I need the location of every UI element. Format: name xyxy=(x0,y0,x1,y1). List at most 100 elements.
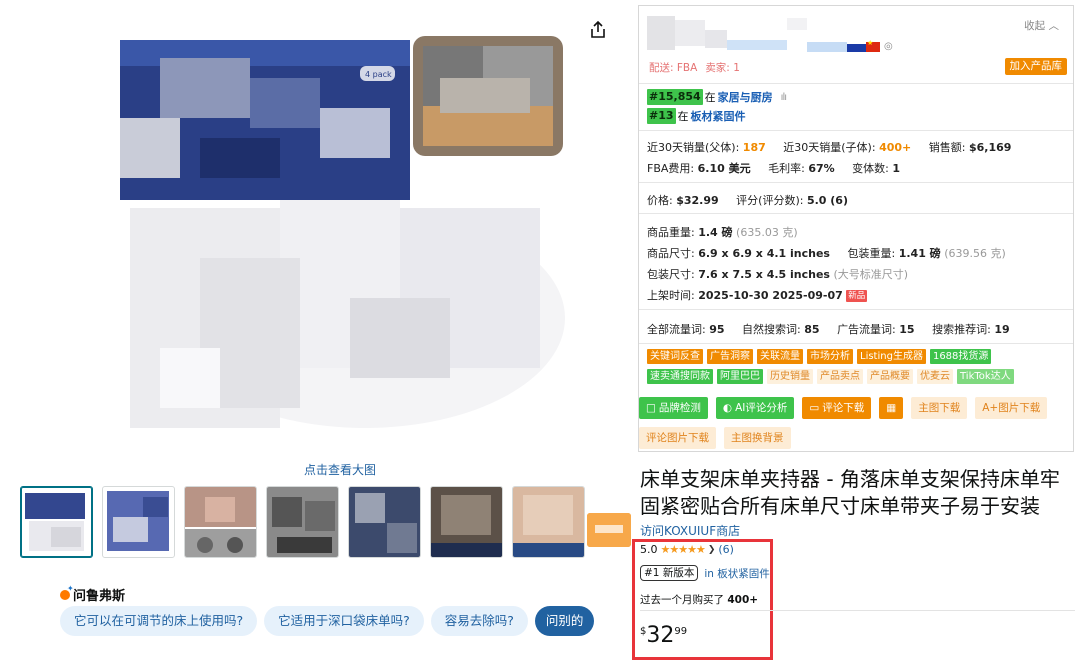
tag-product-summary[interactable]: 产品概要 xyxy=(867,369,913,384)
tool-tags-row-1: 关键词反查 广告洞察 关联流量 市场分析 Listing生成器 1688找货源 xyxy=(647,349,992,364)
ai-review-analysis-button[interactable]: ◐ AI评论分析 xyxy=(715,397,795,419)
size-label: 商品尺寸: xyxy=(647,247,695,260)
kw-organic-value: 85 xyxy=(804,323,820,336)
size-row: 商品尺寸: 6.9 x 6.9 x 4.1 inches 包装重量: 1.41 … xyxy=(647,245,1006,261)
aplus-image-download-button[interactable]: A+图片下载 xyxy=(975,397,1048,419)
best-seller-category-link[interactable]: in 板状紧固件 xyxy=(704,566,769,581)
tag-market-analysis[interactable]: 市场分析 xyxy=(807,349,853,364)
review-download-button[interactable]: ▭ 评论下载 xyxy=(802,397,872,419)
tag-1688-source[interactable]: 1688找货源 xyxy=(929,349,992,364)
best-seller-badge[interactable]: #1 新版本 xyxy=(640,565,699,581)
revenue-value: $6,169 xyxy=(968,141,1012,154)
tag-youmaiyun[interactable]: 优麦云 xyxy=(917,369,953,384)
divider xyxy=(639,83,1073,84)
tag-alibaba[interactable]: 阿里巴巴 xyxy=(717,369,763,384)
thumbnail-2[interactable] xyxy=(102,486,175,558)
divider xyxy=(639,182,1073,183)
thumbnail-1[interactable] xyxy=(20,486,93,558)
tag-keyword-reverse[interactable]: 关键词反查 xyxy=(647,349,703,364)
product-title: 床单支架床单夹持器 - 角落床单支架保持床单牢固紧密贴合所有床单尺寸床单带夹子易… xyxy=(640,467,1060,518)
chevron-down-icon[interactable]: ❯ xyxy=(708,545,716,555)
collapse-button[interactable]: 收起 ︿ xyxy=(1024,18,1059,33)
margin-label: 毛利率: xyxy=(768,162,805,175)
divider xyxy=(639,130,1073,131)
package-weight-grams: (639.56 克) xyxy=(944,247,1006,260)
tag-history-sales[interactable]: 历史销量 xyxy=(767,369,813,384)
rufus-title-text: 问鲁弗斯 xyxy=(73,589,126,604)
china-flag-icon xyxy=(866,39,880,52)
fba-label: FBA费用: xyxy=(647,162,695,175)
add-to-library-button[interactable]: 加入产品库 xyxy=(1004,58,1067,75)
brand-check-label: 品牌检测 xyxy=(658,402,701,414)
variants-label: 变体数: xyxy=(852,162,889,175)
weight-grams: (635.03 克) xyxy=(736,226,798,239)
fba-row: FBA费用: 6.10 美元 毛利率: 67% 变体数: 1 xyxy=(647,160,900,176)
thumbnail-4[interactable] xyxy=(266,486,339,558)
action-buttons-row-1: □ 品牌检测 ◐ AI评论分析 ▭ 评论下载 ▦ 主图下载 A+图片下载 xyxy=(639,397,1048,419)
package-size-value: 7.6 x 7.5 x 4.5 inches xyxy=(698,268,830,281)
listed-value: 2025-10-30 2025-09-07 xyxy=(698,289,843,302)
price-value: $32.99 xyxy=(676,194,719,207)
revenue-label: 销售额: xyxy=(928,141,966,154)
share-icon[interactable] xyxy=(588,20,608,40)
tag-ad-insight[interactable]: 广告洞察 xyxy=(707,349,753,364)
star-rating-icon[interactable]: ★★★★★ xyxy=(661,543,706,556)
kw-organic-label: 自然搜索词: xyxy=(742,323,801,336)
view-large-image-link[interactable]: 点击查看大图 xyxy=(0,461,680,478)
best-seller-row: #1 新版本 in 板状紧固件 xyxy=(640,565,770,581)
ai-review-analysis-label: AI评论分析 xyxy=(735,402,788,414)
tag-tiktok-creator[interactable]: TikTok达人 xyxy=(957,369,1014,384)
score-value: 5.0 (6) xyxy=(806,194,848,207)
chevron-up-icon: ︿ xyxy=(1048,20,1060,32)
rufus-question-2[interactable]: 它适用于深口袋床单吗? xyxy=(264,606,424,636)
variants-value: 1 xyxy=(892,162,901,175)
review-image-download-button[interactable]: 评论图片下载 xyxy=(639,427,716,449)
rufus-spark-icon xyxy=(60,584,74,600)
action-buttons-row-2: 评论图片下载 主图换背景 xyxy=(639,427,791,449)
rufus-question-3[interactable]: 容易去除吗? xyxy=(430,606,528,636)
package-size-label: 包装尺寸: xyxy=(647,268,695,281)
comment-icon: ▭ xyxy=(809,402,820,414)
video-thumbnail[interactable] xyxy=(587,513,631,547)
rating-row: 5.0 ★★★★★ ❯ (6) xyxy=(640,543,734,556)
rufus-question-1[interactable]: 它可以在可调节的床上使用吗? xyxy=(60,606,258,636)
main-product-image[interactable]: 4 pack xyxy=(100,18,570,458)
divider xyxy=(639,309,1073,310)
rank-category[interactable]: 家居与厨房 xyxy=(718,89,773,105)
keyword-row: 全部流量词: 95 自然搜索词: 85 广告流量词: 15 搜索推荐词: 19 xyxy=(647,321,1010,337)
thumbnail-6[interactable] xyxy=(430,486,503,558)
bought-last-month: 过去一个月购买了 400+ xyxy=(640,592,758,607)
thumbnail-7[interactable] xyxy=(512,486,585,558)
calculator-button[interactable]: ▦ xyxy=(879,397,904,419)
rank-category[interactable]: 板材紧固件 xyxy=(691,108,746,124)
bar-chart-icon[interactable]: ılı xyxy=(781,92,787,103)
divider xyxy=(640,610,1075,611)
thumbnail-5[interactable] xyxy=(348,486,421,558)
tag-related-traffic[interactable]: 关联流量 xyxy=(757,349,803,364)
kw-all-value: 95 xyxy=(709,323,725,336)
rank-row-2: #13 在 板材紧固件 xyxy=(647,108,746,124)
svg-text:4 pack: 4 pack xyxy=(365,70,392,79)
rank-badge: #15,854 xyxy=(647,89,703,105)
tag-aliexpress-search[interactable]: 速卖通搜同款 xyxy=(647,369,713,384)
brand-check-button[interactable]: □ 品牌检测 xyxy=(639,397,708,419)
tag-selling-points[interactable]: 产品卖点 xyxy=(817,369,863,384)
kw-rec-label: 搜索推荐词: xyxy=(932,323,991,336)
tag-listing-generator[interactable]: Listing生成器 xyxy=(857,349,926,364)
rank-row-1: #15,854 在 家居与厨房 ılı xyxy=(647,89,787,105)
review-download-label: 评论下载 xyxy=(822,402,865,414)
rufus-ask-other-button[interactable]: 问别的 xyxy=(534,606,595,636)
package-size-note: (大号标准尺寸) xyxy=(833,268,909,281)
main-image-download-button[interactable]: 主图下载 xyxy=(911,397,968,419)
new-product-tag: 新品 xyxy=(846,290,868,302)
rating-count-link[interactable]: (6) xyxy=(718,543,734,556)
weight-row: 商品重量: 1.4 磅 (635.03 克) xyxy=(647,224,798,240)
weight-value: 1.4 磅 xyxy=(698,226,733,239)
rank-in: 在 xyxy=(677,110,689,123)
thumbnail-3[interactable] xyxy=(184,486,257,558)
rank-in: 在 xyxy=(704,91,716,104)
visit-store-link[interactable]: 访问KOXUIUF商店 xyxy=(640,522,740,539)
main-image-background-button[interactable]: 主图换背景 xyxy=(724,427,791,449)
location-icon: ◎ xyxy=(884,41,893,52)
sales-child-value: 400+ xyxy=(879,141,912,154)
